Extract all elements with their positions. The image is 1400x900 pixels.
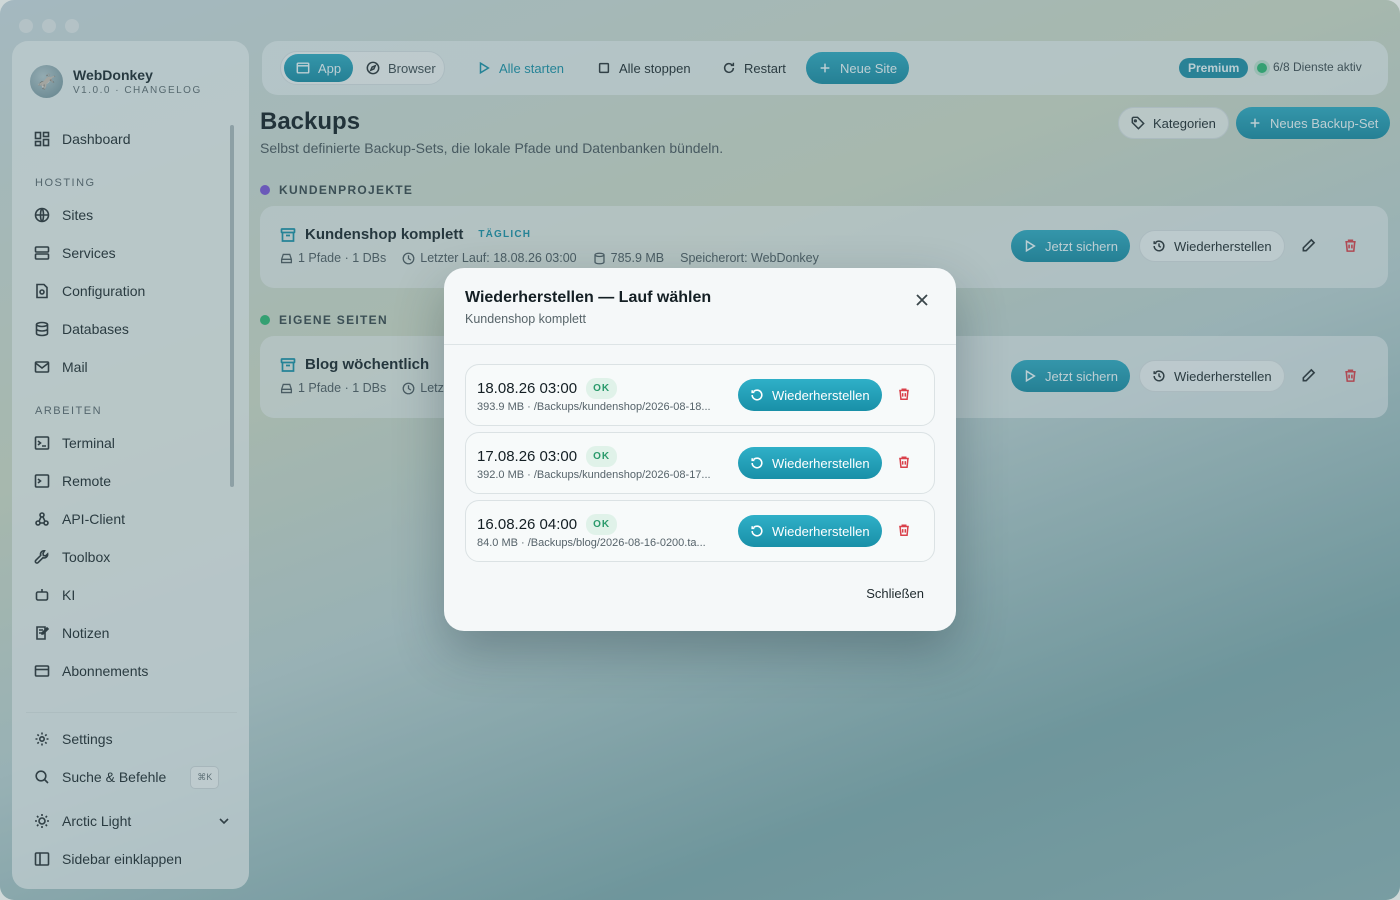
run-date: 16.08.26 04:00 OK <box>477 514 618 535</box>
run-restore-button[interactable]: Wiederherstellen <box>738 515 882 547</box>
run-info: 84.0 MB · /Backups/blog/2026-08-16-0200.… <box>477 537 706 549</box>
dialog-divider <box>444 344 956 345</box>
undo-icon <box>751 525 763 537</box>
run-date: 18.08.26 03:00 OK <box>477 378 618 399</box>
trash-icon <box>899 524 909 536</box>
backup-run-row: 18.08.26 03:00 OK 393.9 MB · /Backups/ku… <box>465 364 935 426</box>
status-badge: OK <box>586 446 618 467</box>
trash-icon <box>899 456 909 468</box>
backup-run-row: 17.08.26 03:00 OK 392.0 MB · /Backups/ku… <box>465 432 935 494</box>
run-info: 392.0 MB · /Backups/kundenshop/2026-08-1… <box>477 469 711 481</box>
run-delete-button[interactable] <box>897 455 913 471</box>
backup-run-row: 16.08.26 04:00 OK 84.0 MB · /Backups/blo… <box>465 500 935 562</box>
run-restore-button[interactable]: Wiederherstellen <box>738 379 882 411</box>
run-delete-button[interactable] <box>897 387 913 403</box>
run-date: 17.08.26 03:00 OK <box>477 446 618 467</box>
trash-icon <box>899 388 909 400</box>
run-delete-button[interactable] <box>897 523 913 539</box>
app-window: 🫏 WebDonkey V1.0.0 · CHANGELOG Dashboard… <box>0 0 1400 900</box>
run-date-text: 18.08.26 03:00 <box>477 380 578 397</box>
undo-icon <box>751 457 763 469</box>
restore-run-dialog: Wiederherstellen — Lauf wählen Kundensho… <box>444 268 956 631</box>
dialog-title: Wiederherstellen — Lauf wählen <box>465 289 712 306</box>
run-date-text: 17.08.26 03:00 <box>477 448 578 465</box>
close-icon <box>916 294 928 306</box>
run-date-text: 16.08.26 04:00 <box>477 516 578 533</box>
run-info: 393.9 MB · /Backups/kundenshop/2026-08-1… <box>477 401 711 413</box>
dialog-subtitle: Kundenshop komplett <box>465 312 586 326</box>
run-restore-label: Wiederherstellen <box>772 455 870 471</box>
undo-icon <box>751 389 763 401</box>
run-restore-button[interactable]: Wiederherstellen <box>738 447 882 479</box>
run-restore-label: Wiederherstellen <box>772 523 870 539</box>
dialog-close-text-button[interactable]: Schließen <box>866 586 924 601</box>
dialog-close-button[interactable] <box>912 290 932 310</box>
status-badge: OK <box>586 378 618 399</box>
run-restore-label: Wiederherstellen <box>772 387 870 403</box>
status-badge: OK <box>586 514 618 535</box>
